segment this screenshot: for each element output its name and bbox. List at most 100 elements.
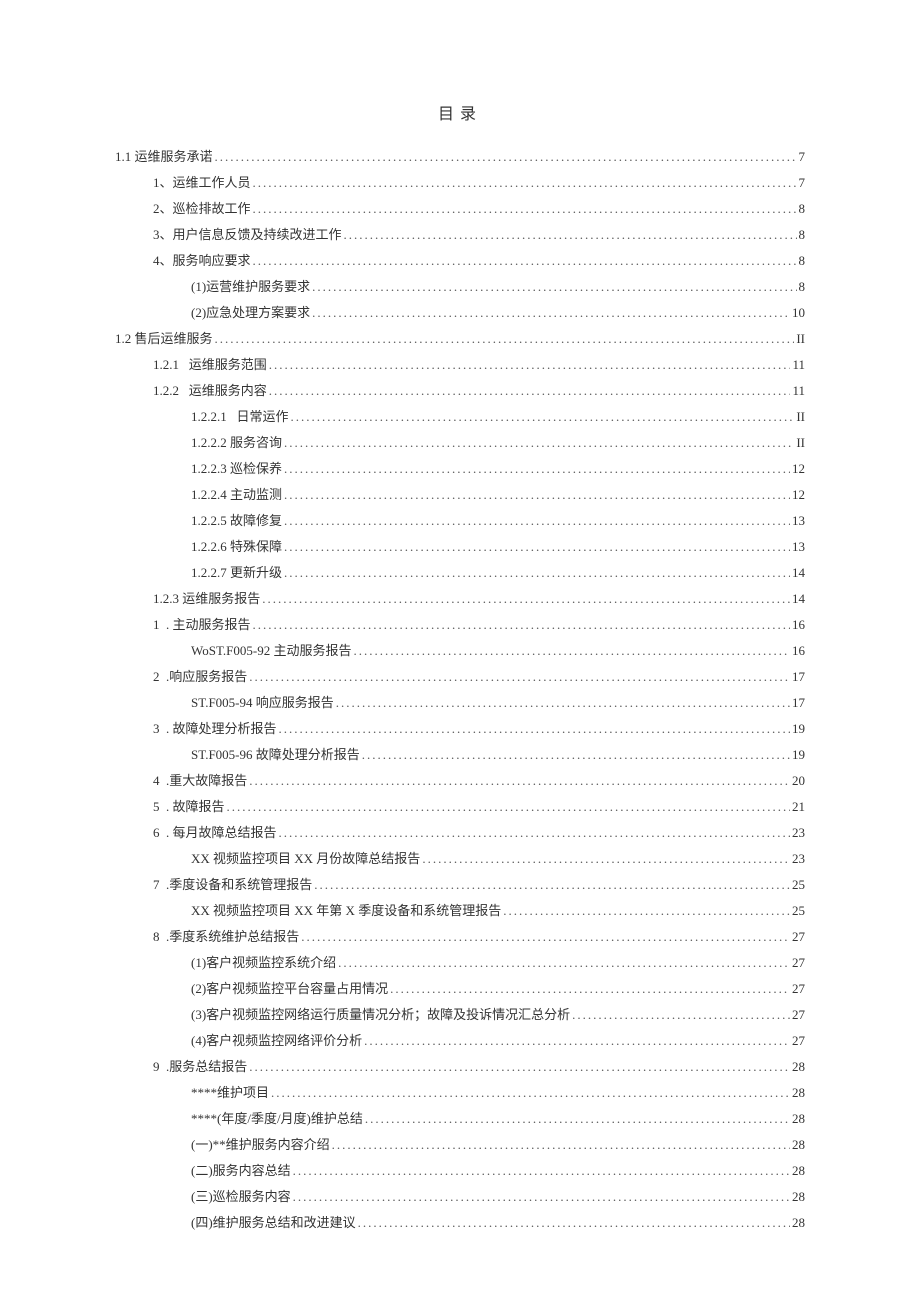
toc-leader-dots <box>364 1028 790 1054</box>
toc-entry-page: 27 <box>792 1002 805 1028</box>
toc-entry: 7 .季度设备和系统管理报告25 <box>115 872 805 898</box>
toc-entry-label: 2、巡检排故工作 <box>153 196 251 222</box>
toc-leader-dots <box>312 300 790 326</box>
toc-leader-dots <box>249 664 790 690</box>
toc-entry-page: 17 <box>792 664 805 690</box>
toc-entry-label: 1.2.1 运维服务范围 <box>153 352 267 378</box>
toc-entry-page: 14 <box>792 560 805 586</box>
toc-entry-page: 28 <box>792 1080 805 1106</box>
toc-entry-page: 13 <box>792 534 805 560</box>
toc-entry-page: 23 <box>792 820 805 846</box>
toc-entry-label: (4)客户视频监控网络评价分析 <box>191 1028 362 1054</box>
toc-leader-dots <box>253 248 797 274</box>
toc-entry-label: 5 . 故障报告 <box>153 794 225 820</box>
toc-leader-dots <box>390 976 790 1002</box>
toc-entry: ST.F005-96 故障处理分析报告 19 <box>115 742 805 768</box>
toc-entry: (一)**维护服务内容介绍 28 <box>115 1132 805 1158</box>
toc-entry: 1.2.2 运维服务内容 11 <box>115 378 805 404</box>
toc-entry-page: 8 <box>799 196 806 222</box>
toc-leader-dots <box>336 690 790 716</box>
toc-entry-label: XX 视频监控项目 XX 年第 X 季度设备和系统管理报告 <box>191 898 501 924</box>
toc-entry-page: 13 <box>792 508 805 534</box>
toc-entry-label: 3、用户信息反馈及持续改进工作 <box>153 222 342 248</box>
toc-entry: 4 .重大故障报告20 <box>115 768 805 794</box>
toc-leader-dots <box>354 638 791 664</box>
toc-entry-label: (一)**维护服务内容介绍 <box>191 1132 330 1158</box>
toc-entry-page: 27 <box>792 950 805 976</box>
toc-entry: (4)客户视频监控网络评价分析27 <box>115 1028 805 1054</box>
toc-leader-dots <box>262 586 790 612</box>
toc-leader-dots <box>422 846 790 872</box>
toc-entry-label: (二)服务内容总结 <box>191 1158 291 1184</box>
toc-entry-page: 19 <box>792 742 805 768</box>
toc-entry-label: ****维护项目 <box>191 1080 269 1106</box>
toc-entry: ****维护项目 28 <box>115 1080 805 1106</box>
toc-entry-page: 14 <box>792 586 805 612</box>
toc-entry: 1.2.2.2 服务咨询 II <box>115 430 805 456</box>
toc-entry: 6 . 每月故障总结报告23 <box>115 820 805 846</box>
toc-entry: 2、巡检排故工作 8 <box>115 196 805 222</box>
toc-entry-label: 1.2.2 运维服务内容 <box>153 378 267 404</box>
toc-entry-page: 16 <box>792 638 805 664</box>
toc-entry-label: 1、运维工作人员 <box>153 170 251 196</box>
toc-leader-dots <box>271 1080 790 1106</box>
toc-entry-page: II <box>796 404 805 430</box>
toc-leader-dots <box>293 1184 790 1210</box>
toc-leader-dots <box>362 742 790 768</box>
toc-entry-page: 27 <box>792 976 805 1002</box>
toc-entry-page: 8 <box>799 248 806 274</box>
toc-leader-dots <box>215 144 797 170</box>
toc-entry-label: 4 .重大故障报告 <box>153 768 247 794</box>
toc-entry: 1 . 主动服务报告16 <box>115 612 805 638</box>
toc-leader-dots <box>284 534 790 560</box>
toc-leader-dots <box>279 820 790 846</box>
toc-entry-page: 11 <box>792 378 805 404</box>
toc-entry-page: II <box>796 430 805 456</box>
toc-entry: 4、服务响应要求8 <box>115 248 805 274</box>
toc-entry-page: 25 <box>792 898 805 924</box>
toc-entry-label: (2)客户视频监控平台容量占用情况 <box>191 976 388 1002</box>
toc-entry-label: ST.F005-96 故障处理分析报告 <box>191 742 360 768</box>
toc-entry: 1.2 售后运维服务II <box>115 326 805 352</box>
toc-entry: XX 视频监控项目 XX 年第 X 季度设备和系统管理报告 25 <box>115 898 805 924</box>
toc-entry: 9 .服务总结报告28 <box>115 1054 805 1080</box>
toc-leader-dots <box>253 196 797 222</box>
toc-entry-label: 8 .季度系统维护总结报告 <box>153 924 299 950</box>
toc-entry-label: 1 . 主动服务报告 <box>153 612 251 638</box>
toc-container: 1.1 运维服务承诺71、运维工作人员 7 2、巡检排故工作 8 3、用户信息反馈及持续… <box>115 144 805 1236</box>
toc-entry-page: 7 <box>799 144 806 170</box>
toc-entry-page: 25 <box>792 872 805 898</box>
toc-entry: 1.1 运维服务承诺7 <box>115 144 805 170</box>
toc-entry: ****(年度/季度/月度)维护总结28 <box>115 1106 805 1132</box>
toc-entry-label: (四)维护服务总结和改进建议 <box>191 1210 356 1236</box>
toc-entry: 3 . 故障处理分析报告19 <box>115 716 805 742</box>
toc-entry: (1)运营维护服务要求8 <box>115 274 805 300</box>
toc-leader-dots <box>314 872 790 898</box>
toc-leader-dots <box>249 768 790 794</box>
toc-leader-dots <box>293 1158 790 1184</box>
toc-leader-dots <box>344 222 797 248</box>
toc-leader-dots <box>291 404 795 430</box>
toc-entry-label: 1.2.3 运维服务报告 <box>153 586 260 612</box>
toc-leader-dots <box>365 1106 790 1132</box>
toc-entry-page: 12 <box>792 456 805 482</box>
toc-entry-page: 8 <box>799 222 806 248</box>
toc-leader-dots <box>227 794 790 820</box>
toc-entry: 1.2.1 运维服务范围11 <box>115 352 805 378</box>
toc-leader-dots <box>284 430 794 456</box>
toc-leader-dots <box>253 170 797 196</box>
toc-entry: (2)应急处理方案要求10 <box>115 300 805 326</box>
toc-leader-dots <box>284 482 790 508</box>
toc-entry-label: (1)运营维护服务要求 <box>191 274 310 300</box>
toc-leader-dots <box>301 924 790 950</box>
toc-leader-dots <box>215 326 795 352</box>
toc-entry-label: WoST.F005-92 主动服务报告 <box>191 638 352 664</box>
toc-entry-label: 2 .响应服务报告 <box>153 664 247 690</box>
toc-entry: XX 视频监控项目 XX 月份故障总结报告23 <box>115 846 805 872</box>
toc-entry-label: 1.2.2.2 服务咨询 <box>191 430 282 456</box>
toc-leader-dots <box>284 560 790 586</box>
toc-entry: (四)维护服务总结和改进建议28 <box>115 1210 805 1236</box>
toc-entry-page: 28 <box>792 1132 805 1158</box>
toc-leader-dots <box>249 1054 790 1080</box>
toc-entry: 1.2.2.7 更新升级14 <box>115 560 805 586</box>
